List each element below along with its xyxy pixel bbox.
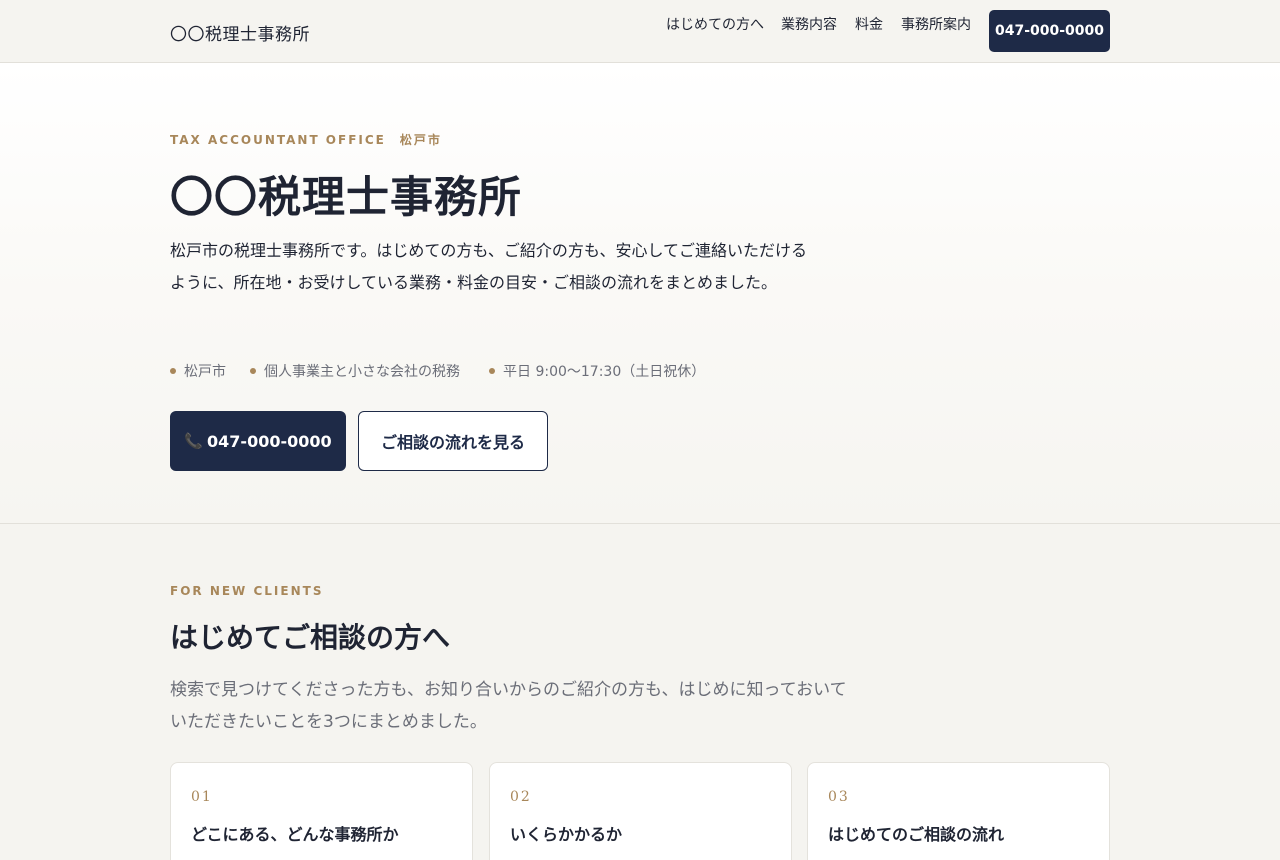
card-title: どこにある、どんな事務所か bbox=[191, 825, 399, 844]
consultation-flow-button[interactable]: ご相談の流れを見る bbox=[358, 411, 548, 471]
hero-section: TAX ACCOUNTANT OFFICE 松戸市 〇〇税理士事務所 松戸市の税… bbox=[0, 63, 1280, 524]
bullet-dot-icon bbox=[250, 368, 256, 374]
card-number: 01 bbox=[191, 789, 213, 805]
tag-location: 松戸市 bbox=[170, 361, 226, 381]
info-card-flow[interactable]: 03 はじめてのご相談の流れ bbox=[807, 762, 1110, 860]
bullet-dot-icon bbox=[489, 368, 495, 374]
nav-item-services[interactable]: 業務内容 bbox=[781, 14, 837, 34]
bullet-dot-icon bbox=[170, 368, 176, 374]
page-title: 〇〇税理士事務所 bbox=[170, 173, 522, 223]
header-tel-button[interactable]: 047-000-0000 bbox=[989, 10, 1110, 52]
nav-item-office[interactable]: 事務所案内 bbox=[901, 14, 971, 34]
nav-item-fees[interactable]: 料金 bbox=[855, 14, 883, 34]
hero-tags: 松戸市 個人事業主と小さな会社の税務 平日 9:00〜17:30（土日祝休） bbox=[170, 361, 870, 381]
card-number: 03 bbox=[828, 789, 850, 805]
info-card-fees[interactable]: 02 いくらかかるか bbox=[489, 762, 792, 860]
tag-specialty: 個人事業主と小さな会社の税務 bbox=[250, 361, 460, 381]
hero-description: 松戸市の税理士事務所です。はじめての方も、ご紹介の方も、安心してご連絡いただける… bbox=[170, 241, 807, 292]
card-title: いくらかかるか bbox=[510, 825, 623, 844]
nav-item-first-time[interactable]: はじめての方へ bbox=[666, 14, 764, 34]
section-title: はじめてご相談の方へ bbox=[170, 621, 451, 654]
section-description: 検索で見つけてくださった方も、お知り合いからのご紹介の方も、はじめに知っておいて… bbox=[170, 680, 847, 732]
call-button[interactable]: 📞 047-000-0000 bbox=[170, 411, 346, 471]
call-button-label: 047-000-0000 bbox=[207, 431, 332, 451]
tag-hours: 平日 9:00〜17:30（土日祝休） bbox=[489, 361, 705, 381]
card-number: 02 bbox=[510, 789, 532, 805]
card-title: はじめてのご相談の流れ bbox=[828, 825, 1005, 844]
section-eyebrow: FOR NEW CLIENTS bbox=[170, 584, 324, 598]
info-card-office[interactable]: 01 どこにある、どんな事務所か bbox=[170, 762, 473, 860]
tag-label: 平日 9:00〜17:30（土日祝休） bbox=[503, 364, 706, 380]
tag-label: 松戸市 bbox=[184, 364, 226, 380]
tag-label: 個人事業主と小さな会社の税務 bbox=[264, 364, 460, 380]
hero-eyebrow: TAX ACCOUNTANT OFFICE 松戸市 bbox=[170, 133, 442, 147]
site-header: 〇〇税理士事務所 はじめての方へ 業務内容 料金 事務所案内 047-000-0… bbox=[0, 0, 1280, 63]
phone-icon: 📞 bbox=[184, 432, 204, 450]
